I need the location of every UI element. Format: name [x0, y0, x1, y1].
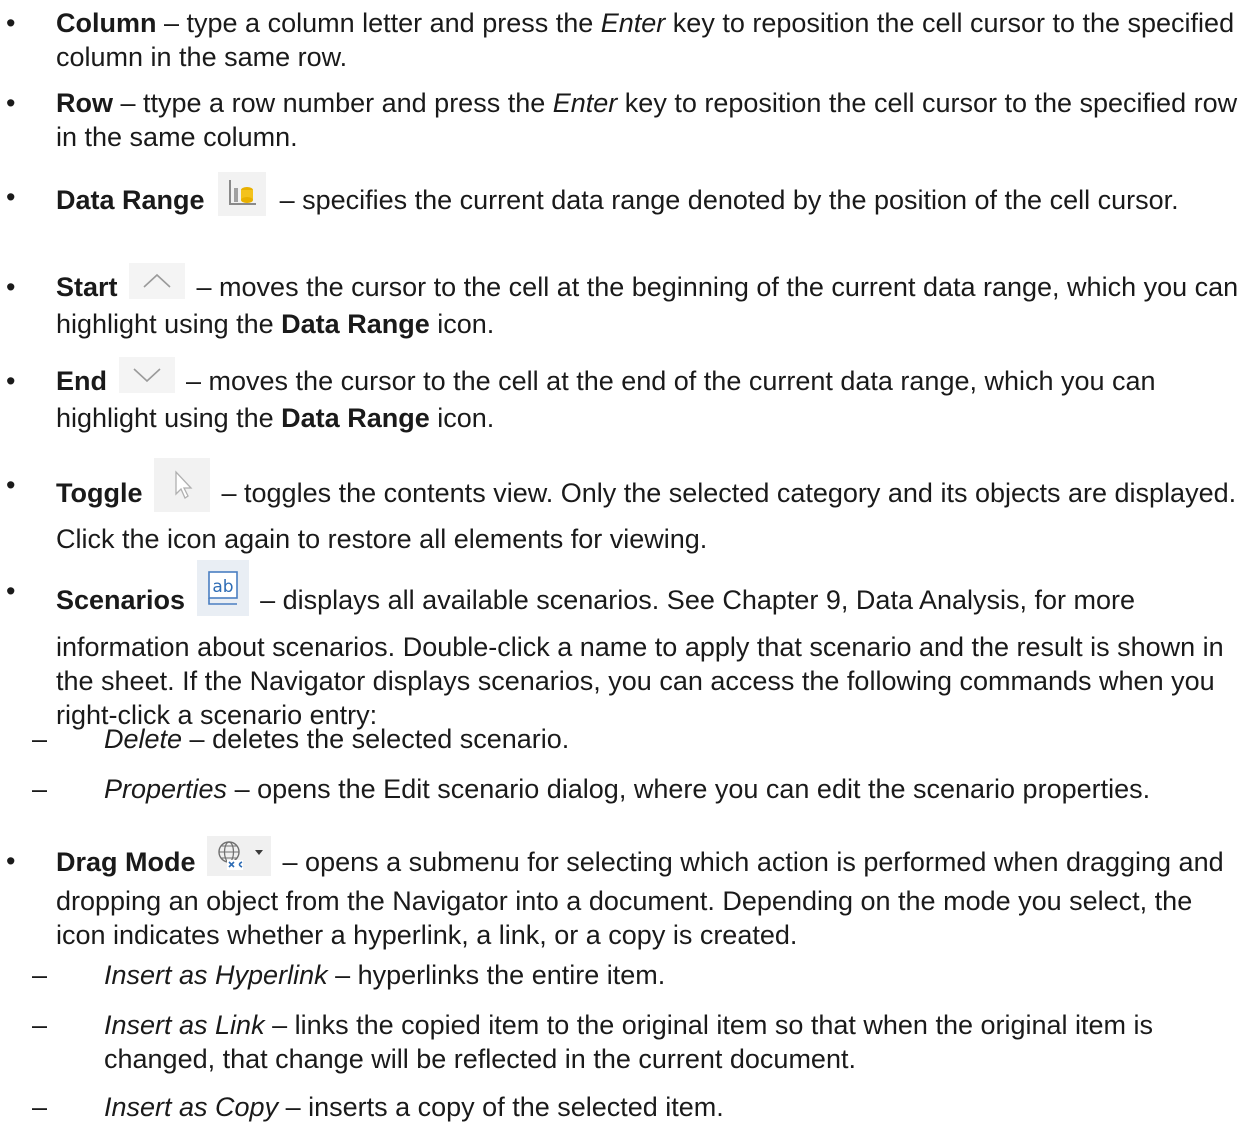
dash: –	[32, 1010, 48, 1040]
dash: –	[32, 774, 48, 804]
text: – specifies the current data range denot…	[272, 185, 1179, 216]
text: – type a column letter and press the	[156, 8, 601, 38]
text: – ttype a row number and press the	[113, 88, 553, 118]
term: Toggle	[56, 478, 143, 509]
list-item-drag-mode: Drag Mode – opens a submenu for selectin…	[6, 836, 1240, 952]
list-item-toggle: Toggle – toggles the contents view. Only…	[6, 458, 1240, 556]
text: – toggles the contents view. Only the se…	[56, 478, 1237, 554]
text: – deletes the selected scenario.	[182, 724, 570, 754]
svg-text:ab: ab	[212, 577, 233, 597]
term: Scenarios	[56, 585, 186, 616]
sub-item-properties: – Properties – opens the Edit scenario di…	[32, 772, 1244, 806]
term: Column	[56, 8, 157, 38]
list-item-data-range: Data Range – specifies the current data …	[6, 172, 1240, 224]
scenarios-icon: ab	[196, 560, 249, 616]
text: – moves the cursor to the cell at the en…	[56, 366, 1156, 433]
term: Properties	[104, 774, 228, 804]
sub-item-insert-as-link: – Insert as Link – links the copied item …	[32, 1008, 1244, 1076]
list-item-scenarios: Scenarios ab – displays all available sc…	[6, 560, 1240, 732]
term: Insert as Hyperlink	[104, 960, 328, 990]
term: Delete	[104, 724, 183, 754]
chevron-up-icon	[129, 262, 186, 299]
term: Start	[56, 272, 118, 302]
chevron-down-icon	[118, 356, 175, 393]
list-item-end: End – moves the cursor to the cell at th…	[6, 356, 1240, 435]
text: – hyperlinks the entire item.	[327, 960, 666, 990]
dash: –	[32, 960, 48, 990]
term: Data Range	[56, 185, 205, 216]
dash: –	[32, 1092, 48, 1122]
document-page: Column – type a column letter and press …	[0, 0, 1254, 1122]
reference: Data Range	[281, 308, 430, 339]
text: icon.	[429, 308, 495, 339]
term: Drag Mode	[56, 847, 196, 878]
sub-item-delete: – Delete – deletes the selected scenario.	[32, 722, 1244, 756]
list-item-start: Start – moves the cursor to the cell at …	[6, 262, 1240, 341]
key-name: Enter	[600, 8, 666, 38]
dash: –	[32, 724, 48, 754]
sub-item-insert-as-copy: – Insert as Copy – inserts a copy of the …	[32, 1090, 1244, 1124]
term: Row	[56, 88, 113, 118]
term: End	[56, 366, 107, 396]
reference: Data Range	[281, 402, 430, 433]
list-item-column: Column – type a column letter and press …	[6, 6, 1240, 74]
data-range-icon	[218, 172, 267, 216]
key-name: Enter	[552, 88, 618, 118]
term: Insert as Link	[104, 1010, 265, 1040]
text: – moves the cursor to the cell at the be…	[56, 272, 1239, 339]
list-item-row: Row – ttype a row number and press the E…	[6, 86, 1240, 154]
text: – opens the Edit scenario dialog, where …	[227, 774, 1151, 804]
drag-mode-icon	[207, 836, 272, 876]
text: icon.	[429, 402, 495, 433]
sub-item-insert-as-hyperlink: – Insert as Hyperlink – hyperlinks the en…	[32, 958, 1244, 992]
pointer-icon	[154, 458, 210, 512]
